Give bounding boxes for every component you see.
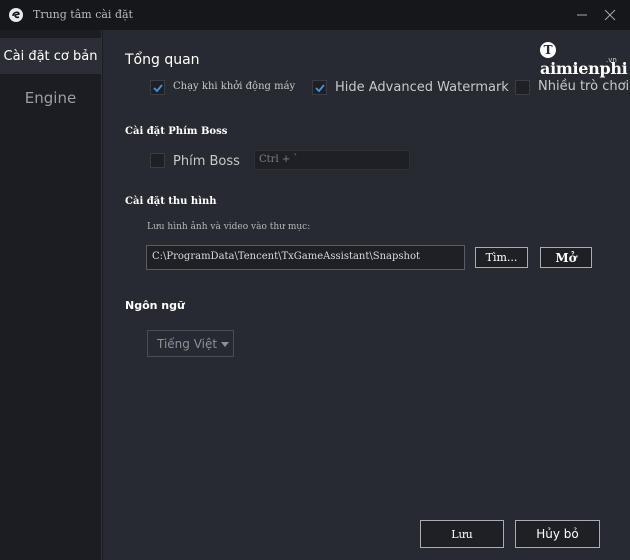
capture-path-input[interactable]: C:\ProgramData\Tencent\TxGameAssistant\S… (146, 245, 465, 270)
minimize-icon[interactable] (572, 5, 592, 25)
check-icon (315, 84, 325, 93)
boss-hotkey-input[interactable]: Ctrl + ` (254, 150, 410, 170)
save-button[interactable]: Lưu (420, 520, 504, 548)
startup-label: Chạy khi khởi động máy (173, 81, 296, 92)
capture-heading: Cài đặt thu hình (125, 196, 217, 207)
language-selected-value: Tiếng Việt (157, 336, 218, 351)
title-bar: Trung tâm cài đặt (0, 0, 630, 30)
browse-button[interactable]: Tìm... (475, 247, 528, 268)
capture-folder-label: Lưu hình ảnh và video vào thư mục: (147, 222, 311, 232)
multi-game-checkbox[interactable] (515, 80, 530, 95)
settings-panel (103, 30, 630, 560)
sidebar: Cài đặt cơ bản Engine (0, 30, 102, 560)
open-folder-button[interactable]: Mở (540, 247, 592, 268)
dropdown-arrow-icon (221, 342, 229, 347)
watermark-suffix: .vn (606, 56, 617, 64)
startup-checkbox[interactable] (150, 80, 165, 95)
sidebar-item-engine[interactable]: Engine (0, 80, 101, 116)
check-icon (153, 84, 163, 93)
language-heading: Ngôn ngữ (125, 299, 185, 312)
cancel-button[interactable]: Hủy bỏ (515, 520, 600, 548)
boss-key-checkbox[interactable] (150, 153, 165, 168)
window-title: Trung tâm cài đặt (33, 8, 133, 21)
sidebar-item-basic-settings[interactable]: Cài đặt cơ bản (0, 38, 101, 74)
close-icon[interactable] (600, 5, 620, 25)
boss-key-heading: Cài đặt Phím Boss (125, 126, 228, 137)
hide-watermark-checkbox[interactable] (312, 80, 327, 95)
language-select[interactable]: Tiếng Việt (147, 330, 234, 357)
hide-watermark-label: Hide Advanced Watermark (335, 80, 509, 95)
multi-game-label: Nhiều trò chơi (538, 79, 630, 94)
overview-heading: Tổng quan (125, 52, 200, 68)
boss-key-label: Phím Boss (173, 154, 240, 169)
app-logo-icon (8, 7, 24, 23)
